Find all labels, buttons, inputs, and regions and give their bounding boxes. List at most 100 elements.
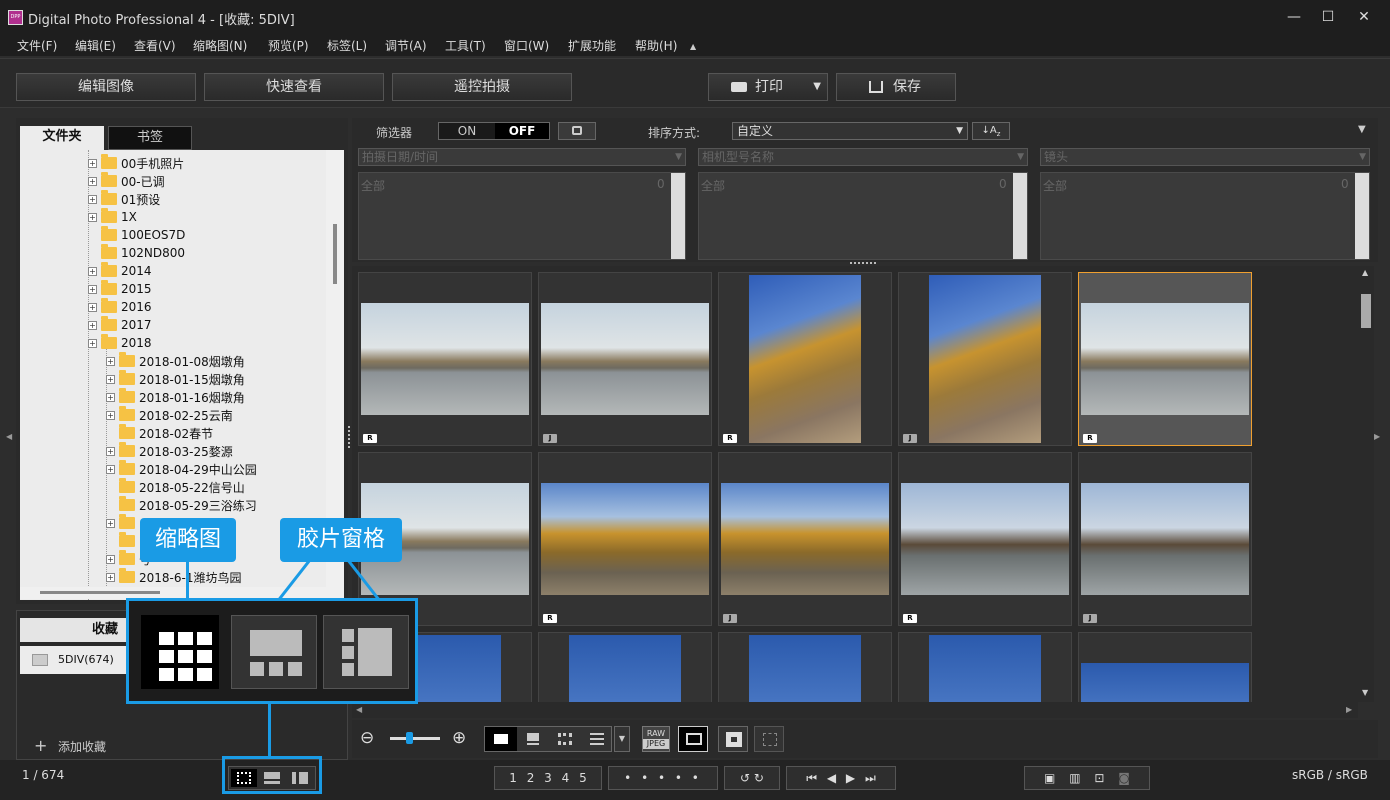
collapse-left-icon[interactable]: ◀ <box>6 432 12 441</box>
tree-item[interactable]: +2014 <box>88 262 152 280</box>
rotate-right-icon[interactable]: ↻ <box>754 771 764 785</box>
tree-scroll-thumb[interactable] <box>333 224 337 284</box>
thumbnail-cell[interactable]: J <box>538 272 712 446</box>
thumbnail-image[interactable] <box>929 275 1041 443</box>
menu-help[interactable]: 帮助(H) <box>635 37 677 54</box>
list-item-all[interactable]: 全部 <box>701 177 725 194</box>
expand-icon[interactable]: + <box>88 302 97 312</box>
tree-item[interactable]: +2016 <box>88 298 152 316</box>
list-scrollbar[interactable] <box>1013 173 1027 259</box>
info-display-button[interactable] <box>678 726 708 752</box>
thumbnail-image[interactable] <box>541 483 709 595</box>
filter-toggle[interactable]: ON OFF <box>438 122 550 140</box>
tree-item[interactable]: +00-已调 <box>88 172 165 190</box>
tree-item[interactable]: +2018-01-08烟墩角 <box>106 352 245 370</box>
thumbnail-image[interactable] <box>749 635 861 702</box>
sort-order-button[interactable]: ↓Az <box>972 122 1010 140</box>
thumbnail-image[interactable] <box>749 275 861 443</box>
expand-icon[interactable]: + <box>88 194 97 204</box>
minimize-button[interactable]: — <box>1284 8 1304 26</box>
tree-item[interactable]: +1X <box>88 208 137 226</box>
thumbnail-cell[interactable]: R <box>898 452 1072 626</box>
expand-icon[interactable]: + <box>88 284 97 294</box>
raw-jpeg-button[interactable]: RAW JPEG <box>642 726 670 752</box>
thumbnail-image[interactable] <box>721 483 889 595</box>
expand-icon[interactable]: + <box>106 446 115 456</box>
tree-item[interactable]: +2018-6-1潍坊鸟园 <box>106 568 241 586</box>
thumbnail-cell[interactable]: R <box>358 272 532 446</box>
print-dropdown-icon[interactable]: ▼ <box>813 74 821 100</box>
next-image-icon[interactable]: ▶ <box>846 771 855 785</box>
histogram-icon[interactable]: ▥ <box>1069 771 1080 785</box>
grid-scroll-thumb[interactable] <box>1361 294 1371 328</box>
menu-edit[interactable]: 编辑(E) <box>75 37 116 54</box>
tree-item[interactable]: +2018-02-25云南 <box>106 406 233 424</box>
thumbnail-cell[interactable] <box>1078 632 1252 702</box>
expand-icon[interactable]: + <box>106 374 115 384</box>
thumbnail-cell[interactable]: R <box>718 272 892 446</box>
rating-3-button[interactable]: 3 <box>544 771 552 785</box>
tab-folders[interactable]: 文件夹 <box>20 126 104 150</box>
thumbnail-image[interactable] <box>901 483 1069 595</box>
edit-image-button[interactable]: 编辑图像 <box>16 73 196 101</box>
expand-icon[interactable]: + <box>88 158 97 168</box>
grid-vscrollbar[interactable]: ▲ ▼ <box>1358 266 1374 702</box>
camera-model-dropdown[interactable]: 相机型号名称 ▼ <box>698 148 1028 166</box>
expand-icon[interactable]: + <box>88 266 97 276</box>
panel-splitter[interactable] <box>348 426 352 448</box>
zoom-in-icon[interactable]: ⊕ <box>452 728 466 748</box>
tree-item[interactable]: +102ND800 <box>88 244 185 262</box>
thumbnail-cell[interactable] <box>898 632 1072 702</box>
scroll-up-icon[interactable]: ▲ <box>1362 268 1368 277</box>
menu-file[interactable]: 文件(F) <box>17 37 57 54</box>
tree-hscroll-thumb[interactable] <box>40 591 160 594</box>
thumbnail-image[interactable] <box>1081 483 1249 595</box>
expand-icon[interactable]: + <box>88 212 97 222</box>
remote-shooting-button[interactable]: 遥控拍摄 <box>392 73 572 101</box>
size-large-button[interactable] <box>485 727 517 751</box>
thumbnail-cell[interactable]: J <box>1078 452 1252 626</box>
scroll-down-icon[interactable]: ▼ <box>1362 688 1368 697</box>
add-collection-button[interactable]: 添加收藏 <box>58 738 106 755</box>
zoom-slider-thumb[interactable] <box>406 732 413 744</box>
prev-image-icon[interactable]: ◀ <box>827 771 836 785</box>
thumbnail-image[interactable] <box>1081 663 1249 702</box>
expand-icon[interactable]: + <box>106 356 115 366</box>
print-button[interactable]: 打印 ▼ <box>708 73 828 101</box>
thumbnail-image[interactable] <box>541 303 709 415</box>
expand-icon[interactable]: + <box>88 338 97 348</box>
thumbnail-cell[interactable]: J <box>718 452 892 626</box>
tree-item[interactable]: +00手机照片 <box>88 154 184 172</box>
lens-list[interactable]: 全部 0 <box>1040 172 1370 260</box>
tree-item[interactable]: +2018-01-15烟墩角 <box>106 370 245 388</box>
thumbnail-cell[interactable]: R <box>1078 272 1252 446</box>
menu-extensions[interactable]: 扩展功能 <box>568 37 616 54</box>
expand-icon[interactable]: + <box>106 572 115 582</box>
tree-item[interactable]: + <box>106 514 139 532</box>
filter-on[interactable]: ON <box>439 123 495 139</box>
rating-1-button[interactable]: 1 <box>509 771 517 785</box>
expand-icon[interactable]: + <box>106 392 115 402</box>
tree-item[interactable]: +2015 <box>88 280 152 298</box>
rating-5-button[interactable]: 5 <box>579 771 587 785</box>
rotate-left-icon[interactable]: ↺ <box>740 771 750 785</box>
menu-thumbnail[interactable]: 缩略图(N) <box>193 37 247 54</box>
list-item-all[interactable]: 全部 <box>361 177 385 194</box>
list-scrollbar[interactable] <box>1355 173 1369 259</box>
thumbnail-cell[interactable]: J <box>898 272 1072 446</box>
lock-button[interactable] <box>558 122 596 140</box>
sort-select[interactable]: 自定义 ▼ <box>732 122 968 140</box>
label-dots[interactable]: • • • • • <box>608 766 718 790</box>
tree-item[interactable]: +2018-05-29三浴练习 <box>106 496 257 514</box>
tab-bookmarks[interactable]: 书签 <box>108 126 192 150</box>
menu-view[interactable]: 查看(V) <box>134 37 176 54</box>
tree-item[interactable]: +100EOS7D <box>88 226 185 244</box>
rating-2-button[interactable]: 2 <box>527 771 535 785</box>
zoom-out-icon[interactable]: ⊖ <box>360 728 374 748</box>
scroll-right-icon[interactable]: ▶ <box>1346 705 1352 714</box>
thumbnail-cell[interactable] <box>718 632 892 702</box>
menu-tools[interactable]: 工具(T) <box>445 37 486 54</box>
list-scrollbar[interactable] <box>671 173 685 259</box>
menu-label[interactable]: 标签(L) <box>327 37 367 54</box>
rating-4-button[interactable]: 4 <box>562 771 570 785</box>
